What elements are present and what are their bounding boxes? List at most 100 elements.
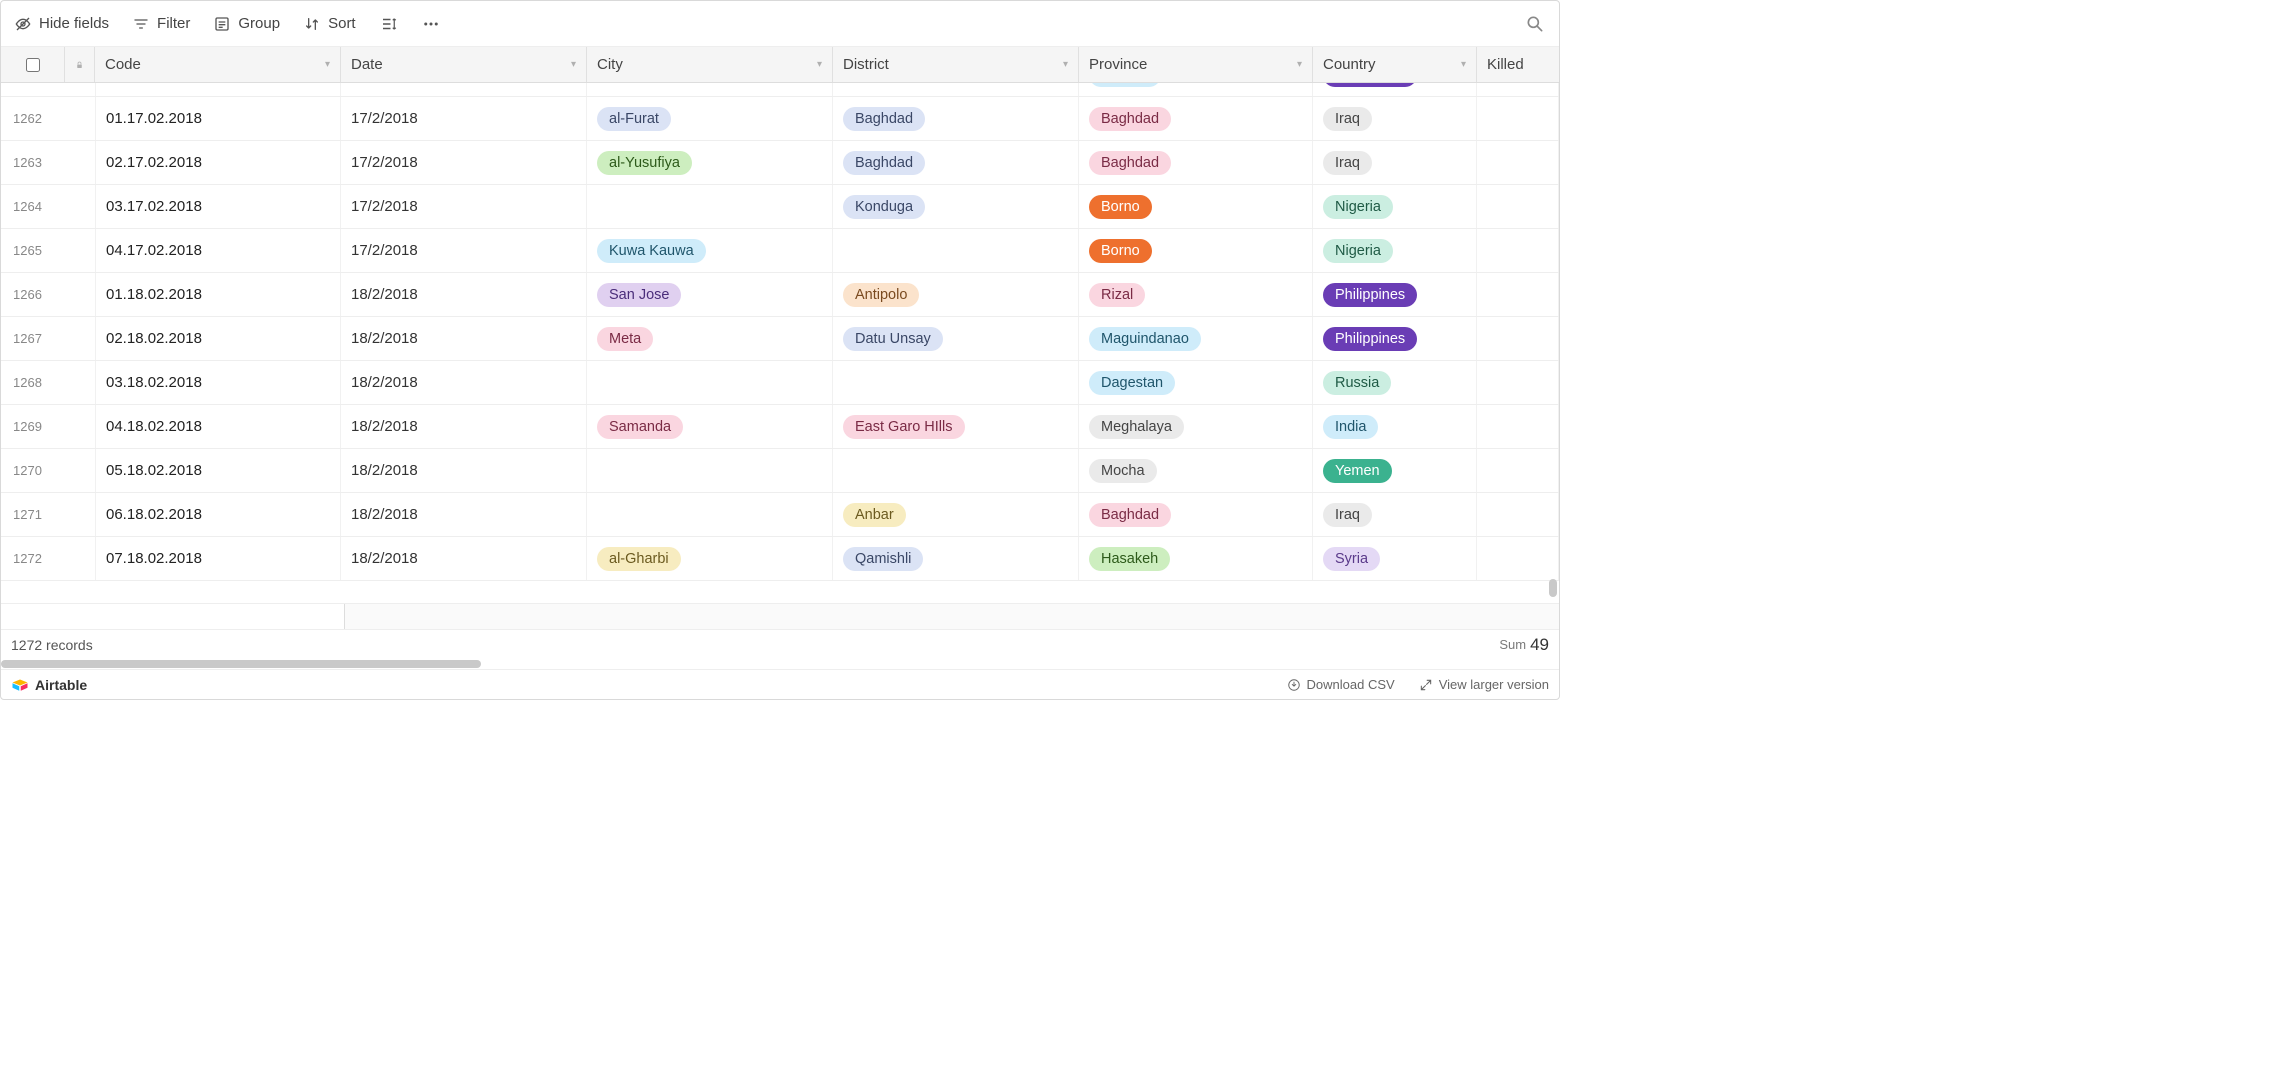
cell-district[interactable] [833, 449, 1079, 492]
cell-district[interactable]: Antipolo [833, 273, 1079, 316]
cell-date[interactable]: 17/2/2018 [341, 185, 587, 228]
cell-code[interactable]: 02.17.02.2018 [95, 141, 341, 184]
cell-province[interactable]: Basilan [1079, 83, 1313, 96]
table-row[interactable]: 126601.18.02.201818/2/2018San JoseAntipo… [1, 273, 1559, 317]
cell-country[interactable]: Nigeria [1313, 185, 1477, 228]
more-button[interactable] [422, 15, 440, 33]
table-row[interactable]: 126403.17.02.201817/2/2018KondugaBornoNi… [1, 185, 1559, 229]
row-number[interactable]: 1268 [1, 361, 65, 404]
column-header-country[interactable]: Country▾ [1313, 47, 1477, 82]
row-lock-spacer[interactable] [65, 97, 95, 140]
cell-killed[interactable] [1477, 449, 1559, 492]
cell-code[interactable]: 03.18.02.2018 [95, 361, 341, 404]
row-number[interactable]: 1270 [1, 449, 65, 492]
table-row[interactable]: 126702.18.02.201818/2/2018MetaDatu Unsay… [1, 317, 1559, 361]
cell-province[interactable]: Baghdad [1079, 141, 1313, 184]
cell-killed[interactable] [1477, 229, 1559, 272]
cell-code[interactable]: 04.18.02.2018 [95, 405, 341, 448]
cell-country[interactable]: Russia [1313, 361, 1477, 404]
table-row[interactable]: 126108.18.02.201818/2/2018BasilanPhilipp… [1, 83, 1559, 97]
cell-country[interactable]: Yemen [1313, 449, 1477, 492]
row-number[interactable]: 1261 [1, 83, 65, 96]
cell-country[interactable]: India [1313, 405, 1477, 448]
cell-killed[interactable] [1477, 361, 1559, 404]
cell-code[interactable]: 02.18.02.2018 [95, 317, 341, 360]
hide-fields-button[interactable]: Hide fields [15, 15, 109, 32]
cell-province[interactable]: Baghdad [1079, 493, 1313, 536]
cell-province[interactable]: Hasakeh [1079, 537, 1313, 580]
cell-killed[interactable] [1477, 537, 1559, 580]
cell-date[interactable]: 18/2/2018 [341, 317, 587, 360]
cell-country[interactable]: Iraq [1313, 493, 1477, 536]
cell-date[interactable]: 17/2/2018 [341, 141, 587, 184]
cell-country[interactable]: Syria [1313, 537, 1477, 580]
row-number[interactable]: 1264 [1, 185, 65, 228]
cell-date[interactable]: 18/2/2018 [341, 83, 587, 96]
cell-district[interactable]: Konduga [833, 185, 1079, 228]
cell-date[interactable]: 17/2/2018 [341, 229, 587, 272]
cell-code[interactable]: 03.17.02.2018 [95, 185, 341, 228]
cell-killed[interactable] [1477, 405, 1559, 448]
cell-killed[interactable] [1477, 97, 1559, 140]
table-row[interactable]: 126302.17.02.201817/2/2018al-YusufiyaBag… [1, 141, 1559, 185]
cell-killed[interactable] [1477, 317, 1559, 360]
cell-city[interactable] [587, 83, 833, 96]
table-row[interactable]: 127106.18.02.201818/2/2018AnbarBaghdadIr… [1, 493, 1559, 537]
cell-code[interactable]: 01.18.02.2018 [95, 273, 341, 316]
column-header-code[interactable]: Code▾ [95, 47, 341, 82]
column-header-province[interactable]: Province▾ [1079, 47, 1313, 82]
table-row[interactable]: 126904.18.02.201818/2/2018SamandaEast Ga… [1, 405, 1559, 449]
cell-city[interactable]: San Jose [587, 273, 833, 316]
table-row[interactable]: 126504.17.02.201817/2/2018Kuwa KauwaBorn… [1, 229, 1559, 273]
row-lock-spacer[interactable] [65, 405, 95, 448]
cell-province[interactable]: Mocha [1079, 449, 1313, 492]
row-lock-spacer[interactable] [65, 83, 95, 96]
column-header-district[interactable]: District▾ [833, 47, 1079, 82]
cell-province[interactable]: Borno [1079, 229, 1313, 272]
row-number[interactable]: 1265 [1, 229, 65, 272]
cell-country[interactable]: Nigeria [1313, 229, 1477, 272]
cell-city[interactable]: al-Furat [587, 97, 833, 140]
cell-killed[interactable] [1477, 83, 1559, 96]
cell-district[interactable]: Datu Unsay [833, 317, 1079, 360]
row-lock-spacer[interactable] [65, 493, 95, 536]
select-all-cell[interactable] [1, 47, 65, 82]
grid-body[interactable]: 126108.18.02.201818/2/2018BasilanPhilipp… [1, 83, 1559, 603]
cell-province[interactable]: Rizal [1079, 273, 1313, 316]
cell-city[interactable]: al-Gharbi [587, 537, 833, 580]
cell-code[interactable]: 01.17.02.2018 [95, 97, 341, 140]
horizontal-scrollbar-thumb[interactable] [1, 660, 481, 668]
cell-district[interactable]: Baghdad [833, 141, 1079, 184]
cell-date[interactable]: 18/2/2018 [341, 493, 587, 536]
cell-province[interactable]: Dagestan [1079, 361, 1313, 404]
cell-district[interactable]: Qamishli [833, 537, 1079, 580]
cell-killed[interactable] [1477, 141, 1559, 184]
cell-code[interactable]: 06.18.02.2018 [95, 493, 341, 536]
cell-district[interactable]: Anbar [833, 493, 1079, 536]
download-csv-link[interactable]: Download CSV [1287, 677, 1395, 692]
row-lock-spacer[interactable] [65, 229, 95, 272]
cell-city[interactable]: Kuwa Kauwa [587, 229, 833, 272]
cell-date[interactable]: 18/2/2018 [341, 273, 587, 316]
cell-city[interactable] [587, 185, 833, 228]
cell-country[interactable]: Philippines [1313, 317, 1477, 360]
table-row[interactable]: 126803.18.02.201818/2/2018DagestanRussia [1, 361, 1559, 405]
cell-code[interactable]: 07.18.02.2018 [95, 537, 341, 580]
cell-city[interactable]: Samanda [587, 405, 833, 448]
cell-district[interactable] [833, 229, 1079, 272]
table-row[interactable]: 127005.18.02.201818/2/2018MochaYemen [1, 449, 1559, 493]
cell-city[interactable] [587, 449, 833, 492]
cell-date[interactable]: 18/2/2018 [341, 537, 587, 580]
table-row[interactable]: 1272 07.18.02.201818/2/2018al-GharbiQamis… [1, 537, 1559, 581]
row-number[interactable]: 1262 [1, 97, 65, 140]
row-lock-spacer[interactable] [65, 361, 95, 404]
cell-date[interactable]: 18/2/2018 [341, 405, 587, 448]
cell-code[interactable]: 05.18.02.2018 [95, 449, 341, 492]
row-number[interactable]: 1272 [1, 537, 65, 580]
view-larger-link[interactable]: View larger version [1419, 677, 1549, 692]
row-number[interactable]: 1269 [1, 405, 65, 448]
column-header-date[interactable]: Date▾ [341, 47, 587, 82]
row-lock-spacer[interactable] [65, 273, 95, 316]
select-all-checkbox[interactable] [26, 58, 40, 72]
group-button[interactable]: Group [214, 15, 280, 32]
